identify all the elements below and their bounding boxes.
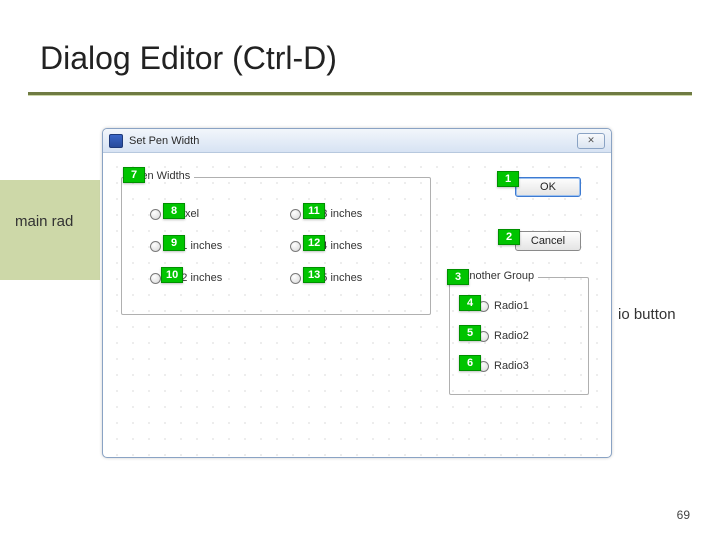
close-button[interactable]: ✕ xyxy=(577,133,605,149)
radio-radio3[interactable]: Radio3 xyxy=(478,360,529,372)
titlebar[interactable]: Set Pen Width ✕ xyxy=(103,129,611,153)
groupbox-legend-other: Another Group xyxy=(458,270,538,282)
left-cropped-text: main rad xyxy=(15,213,73,230)
page-number: 69 xyxy=(677,508,690,522)
callout-10: 10 xyxy=(161,267,183,283)
accent-band xyxy=(0,180,100,280)
cancel-button[interactable]: Cancel xyxy=(515,231,581,251)
callout-5: 5 xyxy=(459,325,481,341)
button-label: Cancel xyxy=(531,235,565,247)
window-title: Set Pen Width xyxy=(129,135,199,147)
callout-9: 9 xyxy=(163,235,185,251)
title-underline-light xyxy=(28,95,692,96)
dialog-window: Set Pen Width ✕ Pen Widths 1 Pixel 0.01 … xyxy=(102,128,612,458)
close-icon: ✕ xyxy=(587,135,595,146)
right-cropped-text: io button xyxy=(618,306,676,323)
radio-icon xyxy=(150,209,161,220)
radio-radio2[interactable]: Radio2 xyxy=(478,330,529,342)
radio-radio1[interactable]: Radio1 xyxy=(478,300,529,312)
button-label: OK xyxy=(540,181,556,193)
radio-icon xyxy=(150,273,161,284)
radio-label: Radio1 xyxy=(494,300,529,312)
page-title: Dialog Editor (Ctrl-D) xyxy=(40,40,337,77)
radio-icon xyxy=(290,209,301,220)
callout-7: 7 xyxy=(123,167,145,183)
radio-0-04-inches[interactable]: 0.04 inches xyxy=(290,240,362,252)
callout-8: 8 xyxy=(163,203,185,219)
ok-button[interactable]: OK xyxy=(515,177,581,197)
callout-13: 13 xyxy=(303,267,325,283)
radio-0-03-inches[interactable]: 0.03 inches xyxy=(290,208,362,220)
radio-label: Radio2 xyxy=(494,330,529,342)
callout-4: 4 xyxy=(459,295,481,311)
radio-icon xyxy=(290,241,301,252)
radio-icon xyxy=(150,241,161,252)
callout-11: 11 xyxy=(303,203,325,219)
app-icon xyxy=(109,134,123,148)
radio-0-05-inches[interactable]: 0.05 inches xyxy=(290,272,362,284)
callout-3: 3 xyxy=(447,269,469,285)
callout-6: 6 xyxy=(459,355,481,371)
callout-12: 12 xyxy=(303,235,325,251)
callout-1: 1 xyxy=(497,171,519,187)
radio-icon xyxy=(290,273,301,284)
radio-label: Radio3 xyxy=(494,360,529,372)
radio-0-01-inches[interactable]: 0.01 inches xyxy=(150,240,222,252)
callout-2: 2 xyxy=(498,229,520,245)
